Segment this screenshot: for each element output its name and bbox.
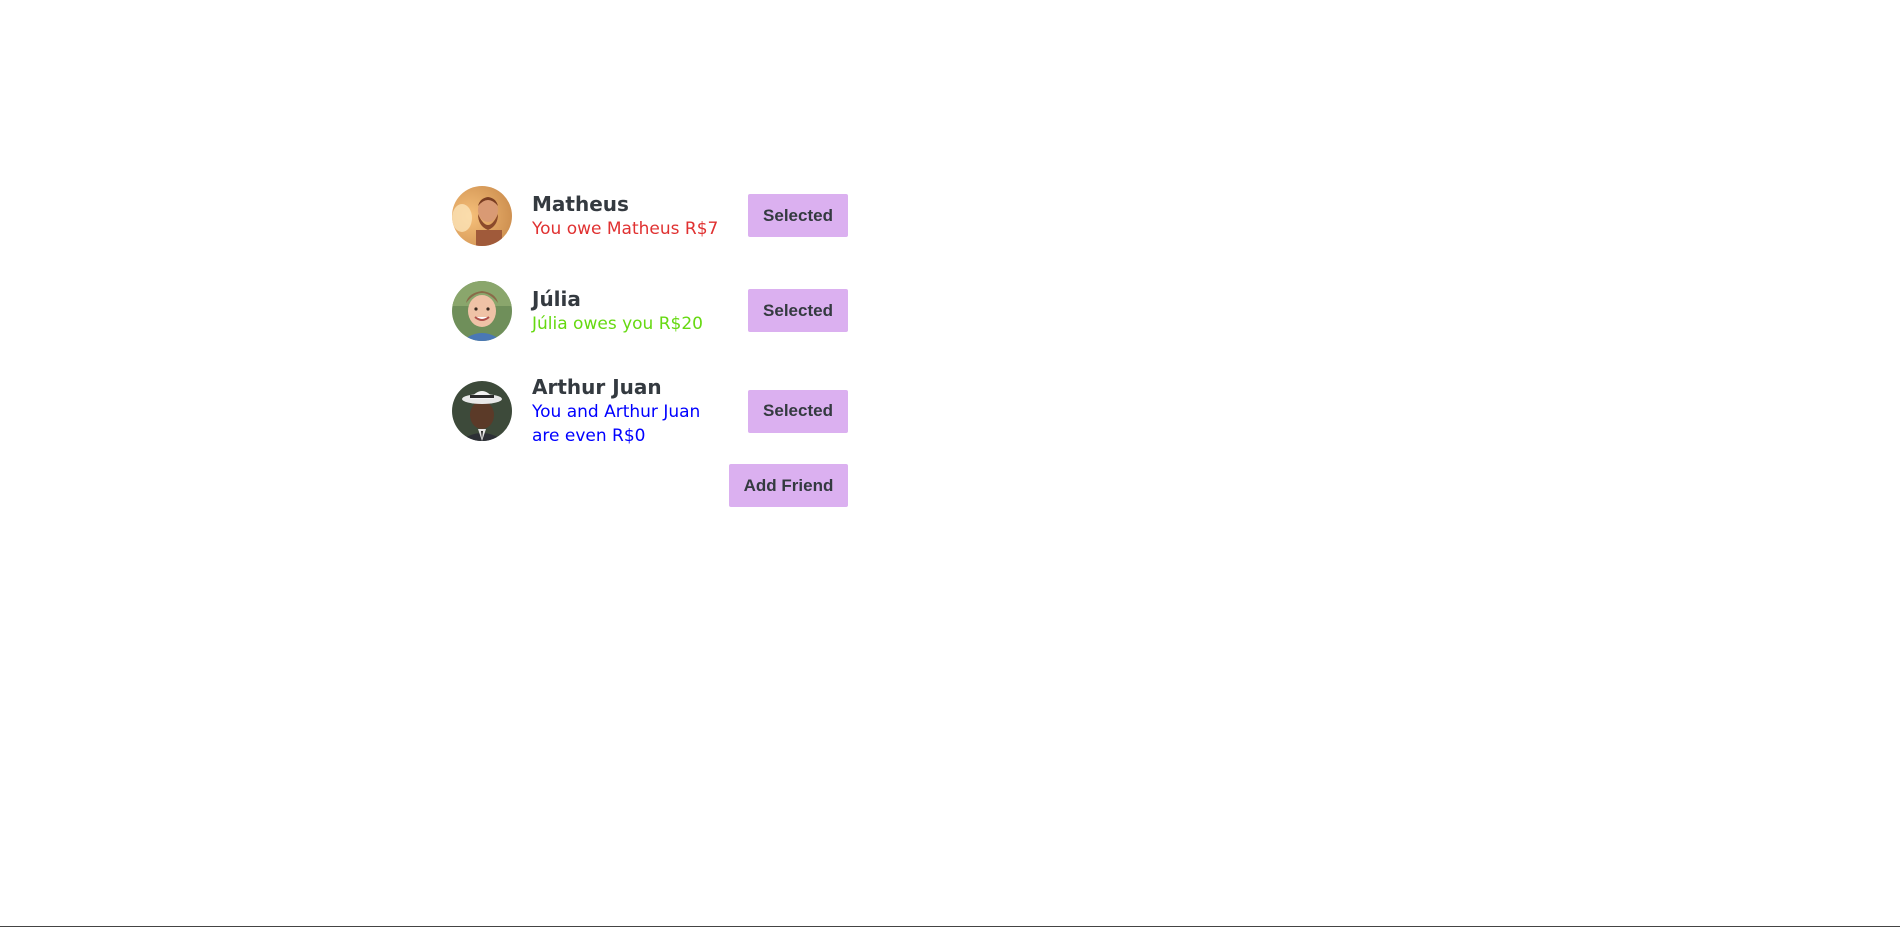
avatar (452, 280, 512, 341)
avatar (452, 185, 512, 246)
add-friend-button[interactable]: Add Friend (729, 464, 848, 507)
friends-panel: Matheus You owe Matheus R$7 Selected Júl… (452, 168, 848, 524)
friend-balance-status: You and Arthur Juan are even R$0 (532, 402, 701, 446)
bearded-man-avatar-icon (452, 185, 512, 246)
friend-item-arthur-juan: Arthur Juan You and Arthur Juan are even… (452, 358, 848, 464)
friend-info: Arthur Juan You and Arthur Juan are even… (532, 374, 732, 448)
select-friend-button[interactable]: Selected (748, 194, 848, 237)
friend-info: Júlia Júlia owes you R$20 (532, 286, 732, 336)
friend-info: Matheus You owe Matheus R$7 (532, 191, 732, 241)
friend-balance-status: Júlia owes you R$20 (532, 313, 703, 334)
select-friend-button[interactable]: Selected (748, 289, 848, 332)
page: Matheus You owe Matheus R$7 Selected Júl… (0, 0, 1900, 927)
avatar (452, 381, 512, 441)
friend-list: Matheus You owe Matheus R$7 Selected Júl… (452, 168, 848, 464)
select-friend-button[interactable]: Selected (748, 389, 848, 433)
friend-item-matheus: Matheus You owe Matheus R$7 Selected (452, 168, 848, 263)
friend-name: Matheus (532, 191, 629, 216)
man-in-hat-avatar-icon (452, 381, 512, 441)
friend-name: Júlia (532, 286, 581, 311)
friend-name: Arthur Juan (532, 375, 662, 399)
friend-item-julia: Júlia Júlia owes you R$20 Selected (452, 263, 848, 358)
smiling-child-avatar-icon (452, 280, 512, 341)
friend-balance-status: You owe Matheus R$7 (532, 218, 719, 239)
friend-list-actions: Add Friend (452, 464, 848, 524)
